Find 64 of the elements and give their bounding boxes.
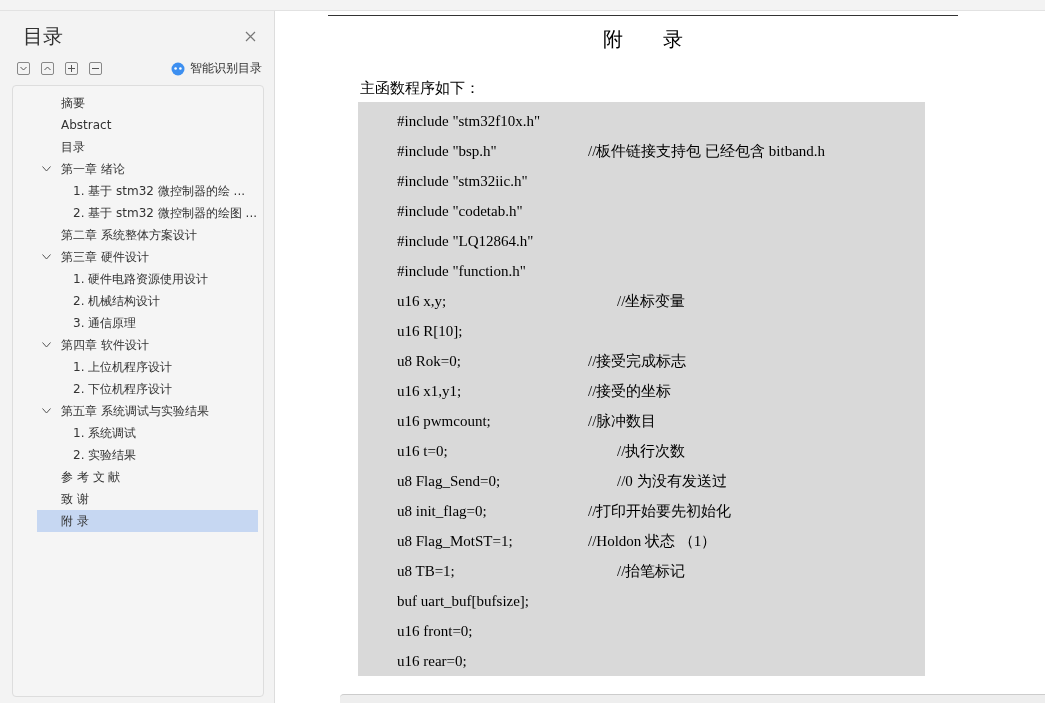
toc-item[interactable]: 参 考 文 献 <box>37 466 258 488</box>
horizontal-scrollbar[interactable] <box>340 694 1045 703</box>
toc-item[interactable]: 第一章 绪论 <box>37 158 258 180</box>
toc-item[interactable]: 2. 机械结构设计 <box>37 290 258 312</box>
code-comment: //抬笔标记 <box>616 561 686 581</box>
code-comment: //Holdon 状态 （1） <box>588 531 717 551</box>
code-line: u16 rear=0; <box>397 652 468 670</box>
code-line: #include "bsp.h" <box>397 142 498 160</box>
toc-item[interactable]: 2. 实验结果 <box>37 444 258 466</box>
code-comment: //0 为没有发送过 <box>616 471 727 491</box>
sidebar-title: 目录 <box>23 23 63 50</box>
code-line: #include "codetab.h" <box>397 202 524 220</box>
chevron-down-icon[interactable] <box>17 62 30 75</box>
minus-icon[interactable] <box>89 62 102 75</box>
robot-icon <box>171 61 185 76</box>
toc-item[interactable]: 1. 硬件电路资源使用设计 <box>37 268 258 290</box>
chevron-icon[interactable] <box>42 342 51 348</box>
chevron-icon[interactable] <box>42 166 51 172</box>
toc-item[interactable]: 附 录 <box>37 510 258 532</box>
code-line: u8 TB=1; <box>397 562 456 580</box>
plus-icon[interactable] <box>65 62 78 75</box>
toc-item[interactable]: 3. 通信原理 <box>37 312 258 334</box>
code-line: u8 Flag_Send=0; <box>397 472 502 490</box>
toc-item[interactable]: 摘要 <box>37 92 258 114</box>
code-line: #include "stm32f10x.h" <box>397 112 542 130</box>
code-line: #include "LQ12864.h" <box>397 232 535 250</box>
toc-item[interactable]: 致 谢 <box>37 488 258 510</box>
code-line: u8 Flag_MotST=1; <box>397 532 514 550</box>
code-line: #include "function.h" <box>397 262 527 280</box>
code-comment: //接受完成标志 <box>588 351 687 371</box>
code-comment: //坐标变量 <box>616 291 686 311</box>
chevron-icon[interactable] <box>42 254 51 260</box>
toc-item[interactable]: 2. 下位机程序设计 <box>37 378 258 400</box>
toc-item[interactable]: 1. 系统调试 <box>37 422 258 444</box>
code-comment: //板件链接支持包 已经包含 bitband.h <box>588 141 826 161</box>
code-line: buf uart_buf[bufsize]; <box>397 592 531 610</box>
chevron-icon[interactable] <box>42 408 51 414</box>
smart-toc-button[interactable]: 智能识别目录 <box>171 60 262 77</box>
code-comment: //执行次数 <box>616 441 686 461</box>
toc-item[interactable]: 第二章 系统整体方案设计 <box>37 224 258 246</box>
code-line: u16 R[10]; <box>397 322 464 340</box>
code-line: u8 Rok=0; <box>397 352 462 370</box>
code-line: u16 t=0; <box>397 442 449 460</box>
close-icon[interactable] <box>245 31 256 42</box>
toc-item[interactable]: 1. 上位机程序设计 <box>37 356 258 378</box>
code-line: u16 x1,y1; <box>397 382 463 400</box>
toc-item[interactable]: Abstract <box>37 114 258 136</box>
toc-item[interactable]: 第三章 硬件设计 <box>37 246 258 268</box>
chevron-up-icon[interactable] <box>41 62 54 75</box>
page-heading: 附 录 <box>602 27 684 52</box>
toc-item[interactable]: 2. 基于 stm32 微控制器的绘图 ... <box>37 202 258 224</box>
code-line: u8 init_flag=0; <box>397 502 488 520</box>
code-line: u16 pwmcount; <box>397 412 492 430</box>
toc-item[interactable]: 第五章 系统调试与实验结果 <box>37 400 258 422</box>
code-line: #include "stm32iic.h" <box>397 172 529 190</box>
code-line: u16 front=0; <box>397 622 474 640</box>
code-comment: //脉冲数目 <box>588 411 657 431</box>
paragraph: 主函数程序如下： <box>360 79 481 98</box>
toc-item[interactable]: 第四章 软件设计 <box>37 334 258 356</box>
code-comment: //接受的坐标 <box>588 381 672 401</box>
code-line: u16 x,y; <box>397 292 448 310</box>
code-comment: //打印开始要先初始化 <box>588 501 732 521</box>
toc-item[interactable]: 目录 <box>37 136 258 158</box>
toc-item[interactable]: 1. 基于 stm32 微控制器的绘 ... <box>37 180 258 202</box>
